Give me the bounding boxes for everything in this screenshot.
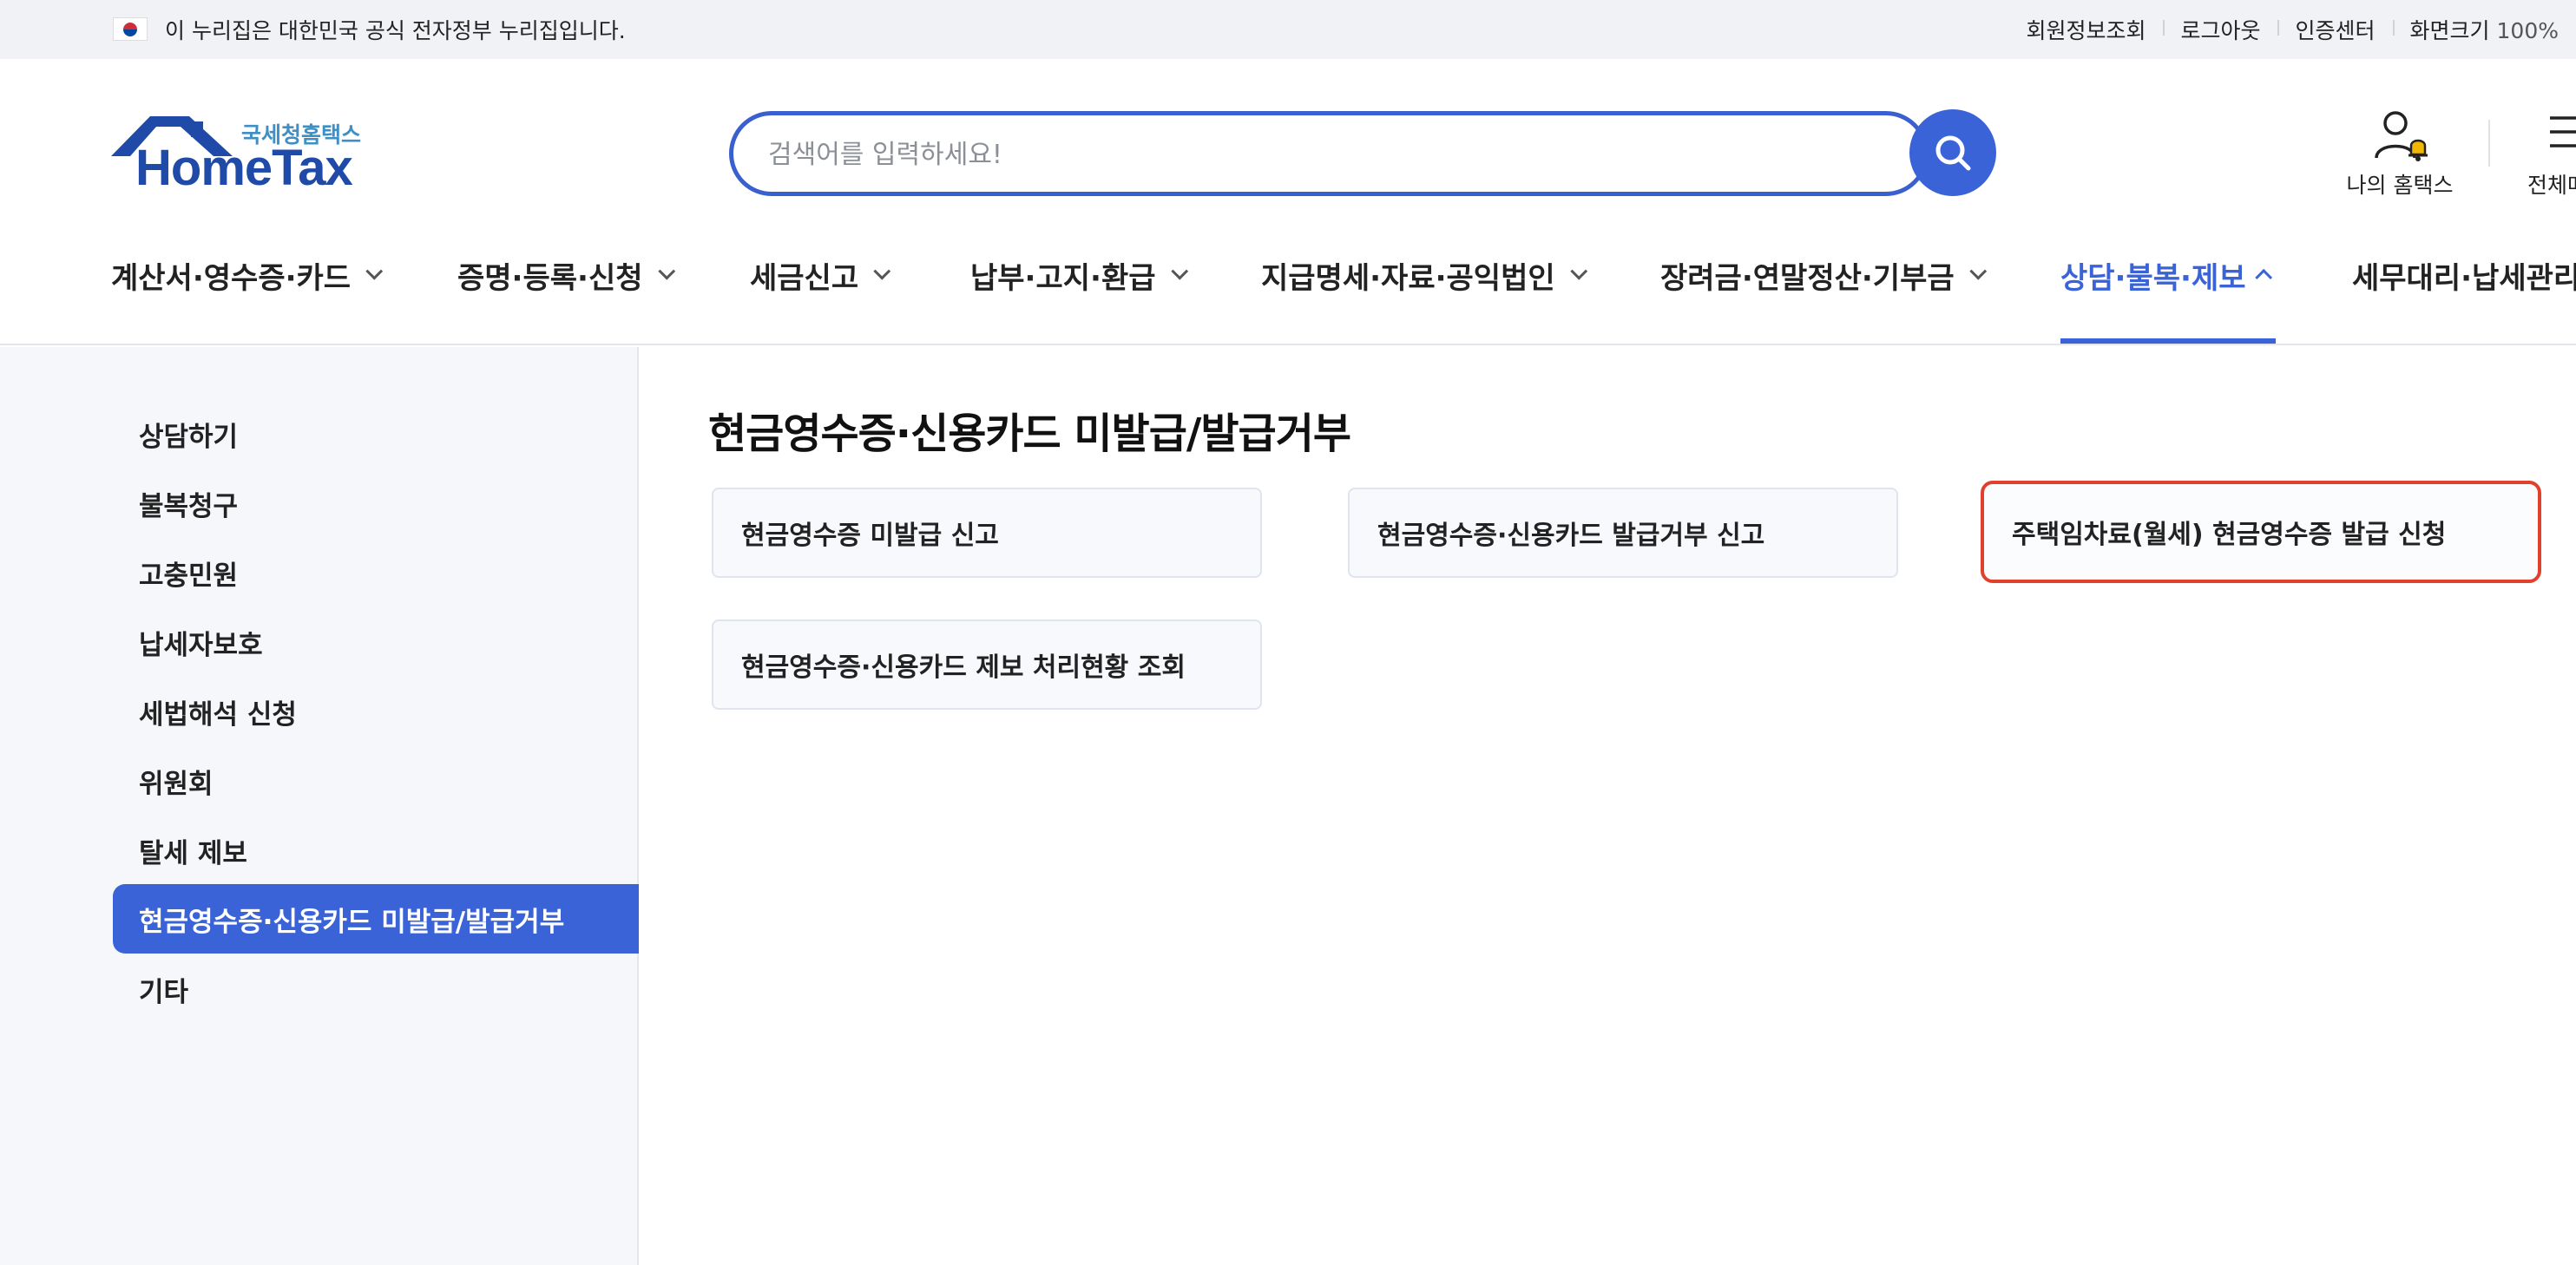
nav-item-label: 상담·불복·제보 bbox=[2060, 260, 2246, 296]
nav-item-label: 납부·고지·환급 bbox=[970, 260, 1156, 296]
sidebar-item-cash-receipt-refusal[interactable]: 현금영수증·신용카드 미발급/발급거부 bbox=[113, 884, 639, 954]
logout-link[interactable]: 로그아웃 bbox=[2163, 14, 2277, 45]
sidebar-item-taxpayer-protection[interactable]: 납세자보호 bbox=[139, 623, 263, 662]
header-divider bbox=[2488, 120, 2490, 167]
nav-item-tax-agent[interactable]: 세무대리·납세관리 bbox=[2352, 253, 2576, 297]
sidebar-item-appeal[interactable]: 불복청구 bbox=[139, 484, 238, 523]
nav-item-invoice-receipt-card[interactable]: 계산서·영수증·카드 bbox=[111, 253, 384, 297]
chevron-up-icon bbox=[2254, 268, 2272, 286]
search-box bbox=[729, 111, 1929, 196]
nav-item-payment-refund[interactable]: 납부·고지·환급 bbox=[970, 253, 1188, 297]
screen-size-label: 화면크기 bbox=[2409, 18, 2490, 43]
sidebar-item-tax-evasion-report[interactable]: 탈세 제보 bbox=[139, 831, 247, 870]
card-report-status-inquiry[interactable]: 현금영수증·신용카드 제보 처리현황 조회 bbox=[712, 619, 1262, 710]
sidebar-item-etc[interactable]: 기타 bbox=[139, 970, 188, 1009]
active-nav-underline bbox=[2060, 338, 2276, 344]
nav-item-label: 증명·등록·신청 bbox=[457, 260, 643, 296]
all-menu-label: 전체메뉴 bbox=[2527, 173, 2576, 198]
my-hometax-button[interactable]: 나의 홈택스 bbox=[2335, 108, 2465, 203]
nav-item-label: 계산서·영수증·카드 bbox=[111, 260, 352, 296]
my-hometax-label: 나의 홈택스 bbox=[2346, 173, 2454, 198]
search-icon bbox=[1935, 135, 1971, 171]
nav-item-label: 세금신고 bbox=[750, 260, 859, 296]
card-cash-receipt-card-refusal-report[interactable]: 현금영수증·신용카드 발급거부 신고 bbox=[1348, 488, 1898, 578]
chevron-down-icon bbox=[873, 262, 891, 280]
nav-item-label: 지급명세·자료·공익법인 bbox=[1261, 260, 1555, 296]
chevron-down-icon bbox=[1170, 262, 1188, 280]
sidebar-item-tax-law-interpretation[interactable]: 세법해석 신청 bbox=[139, 692, 297, 731]
nav-item-certificate-registration[interactable]: 증명·등록·신청 bbox=[457, 253, 675, 297]
screen-size-control[interactable]: 화면크기 100% bbox=[2392, 14, 2576, 45]
user-bell-icon bbox=[2375, 111, 2428, 161]
hamburger-icon bbox=[2550, 116, 2576, 147]
logo-wordmark: HomeTax bbox=[135, 140, 353, 196]
main-nav: 계산서·영수증·카드 증명·등록·신청 세금신고 납부·고지·환급 지급명세·자… bbox=[0, 243, 2576, 345]
nav-item-tax-filing[interactable]: 세금신고 bbox=[750, 253, 891, 297]
sidebar: 상담하기 불복청구 고충민원 납세자보호 세법해석 신청 위원회 탈세 제보 현… bbox=[0, 347, 639, 1265]
chevron-down-icon bbox=[365, 262, 384, 280]
nav-item-payment-statement[interactable]: 지급명세·자료·공익법인 bbox=[1261, 253, 1587, 297]
card-housing-rent-cash-receipt-request[interactable]: 주택임차료(월세) 현금영수증 발급 신청 bbox=[1981, 481, 2541, 583]
member-info-link[interactable]: 회원정보조회 bbox=[2008, 14, 2163, 45]
cert-center-link[interactable]: 인증센터 bbox=[2277, 14, 2392, 45]
gov-banner: 이 누리집은 대한민국 공식 전자정부 누리집입니다. 회원정보조회 로그아웃 … bbox=[0, 0, 2576, 59]
search-input[interactable] bbox=[768, 134, 1792, 174]
chevron-down-icon bbox=[1569, 262, 1587, 280]
nav-item-label: 세무대리·납세관리 bbox=[2352, 260, 2576, 296]
gov-banner-text: 이 누리집은 대한민국 공식 전자정부 누리집입니다. bbox=[165, 18, 626, 43]
card-cash-receipt-not-issued-report[interactable]: 현금영수증 미발급 신고 bbox=[712, 488, 1262, 578]
sidebar-item-consult[interactable]: 상담하기 bbox=[139, 415, 238, 454]
korea-flag-icon bbox=[113, 17, 148, 41]
nav-item-label: 장려금·연말정산·기부금 bbox=[1660, 260, 1955, 296]
sidebar-item-grievance[interactable]: 고충민원 bbox=[139, 554, 238, 593]
nav-item-incentive-year-end[interactable]: 장려금·연말정산·기부금 bbox=[1660, 253, 1987, 297]
search-button[interactable] bbox=[1909, 109, 1996, 196]
sidebar-item-committee[interactable]: 위원회 bbox=[139, 762, 214, 801]
nav-item-consult-appeal-report[interactable]: 상담·불복·제보 bbox=[2060, 253, 2272, 297]
hometax-logo[interactable]: 국세청홈택스 HomeTax bbox=[111, 115, 371, 201]
chevron-down-icon bbox=[657, 262, 675, 280]
page-title: 현금영수증·신용카드 미발급/발급거부 bbox=[708, 410, 1351, 458]
utility-links: 회원정보조회 로그아웃 인증센터 화면크기 100% bbox=[2008, 14, 2576, 45]
all-menu-button[interactable]: 전체메뉴 bbox=[2526, 108, 2576, 203]
chevron-down-icon bbox=[1968, 262, 1987, 280]
zoom-value: 100% bbox=[2496, 18, 2559, 43]
